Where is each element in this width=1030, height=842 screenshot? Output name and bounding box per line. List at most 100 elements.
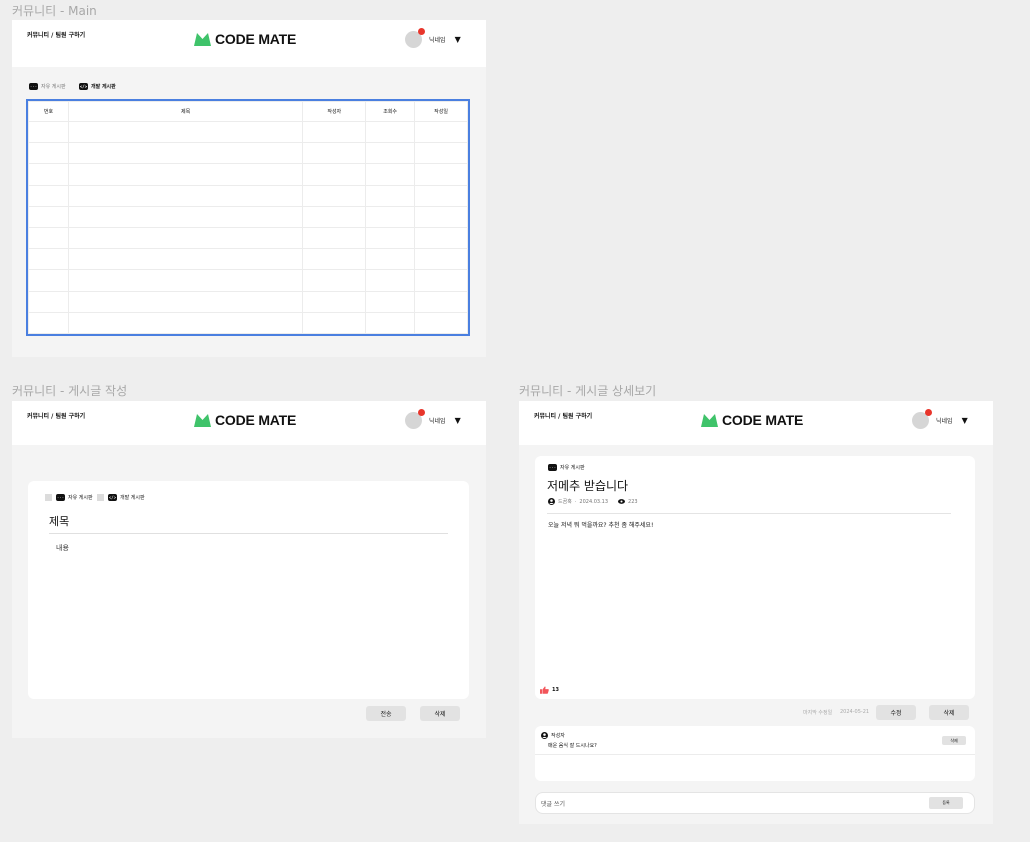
delete-button[interactable]: 삭제: [929, 705, 969, 720]
edit-button[interactable]: 수정: [876, 705, 916, 720]
table-row[interactable]: [28, 142, 468, 165]
post-body: 오늘 저녁 뭐 먹을까요? 추천 좀 해주세요!: [548, 522, 654, 529]
title-input[interactable]: 제목: [49, 513, 448, 534]
column-header-date: 작성일: [414, 101, 468, 122]
column-header-views: 조회수: [365, 101, 416, 122]
checkbox-free-board[interactable]: [45, 494, 52, 501]
checkbox-dev-board[interactable]: [97, 494, 104, 501]
table-row[interactable]: [28, 226, 468, 250]
post-card: ··· 자유 게시판 저메추 받습니다 드곰혹 · 2024.03.13 223…: [535, 456, 975, 699]
logo-mark-icon: [194, 32, 211, 46]
tab-free-board[interactable]: ··· 자유 게시판: [29, 83, 66, 90]
like-count: 13: [552, 687, 559, 693]
logo[interactable]: CODE MATE: [701, 412, 803, 428]
chat-bubble-icon: ···: [548, 464, 557, 471]
code-icon: </>: [108, 494, 117, 501]
logo-text: CODE MATE: [215, 412, 297, 428]
header: 커뮤니티 / 팀원 구하기 CODE MATE 닉네임 ▼: [12, 401, 486, 445]
table-row[interactable]: [28, 163, 468, 186]
last-edited-date: 2024-05-21: [840, 709, 870, 715]
column-header-author: 작성자: [302, 101, 367, 122]
table-row[interactable]: [28, 290, 468, 313]
post-board-tag: ··· 자유 게시판: [548, 464, 585, 471]
logo-text: CODE MATE: [215, 31, 297, 47]
chevron-down-icon[interactable]: ▼: [455, 416, 461, 425]
post-table: 번호 제목 작성자 조회수 작성일: [26, 99, 470, 336]
tab-label: 개발 게시판: [91, 84, 116, 90]
post-title: 저메추 받습니다: [547, 479, 629, 493]
tab-dev-board[interactable]: </> 개발 게시판: [108, 494, 145, 501]
comment-delete-button[interactable]: 삭제: [942, 736, 966, 745]
avatar[interactable]: [912, 409, 932, 429]
notification-dot-icon: [925, 409, 932, 416]
register-button[interactable]: 등록: [929, 797, 963, 809]
logo-text: CODE MATE: [722, 412, 804, 428]
logo[interactable]: CODE MATE: [194, 412, 296, 428]
comment-input[interactable]: 댓글 쓰기: [541, 799, 565, 808]
tab-label: 개발 게시판: [120, 495, 145, 501]
comment-card: 작성자 매운 음식 잘 드시나요? 삭제: [535, 726, 975, 781]
frame-write: 커뮤니티 / 팀원 구하기 CODE MATE 닉네임 ▼ ··· 자유 게시판…: [12, 401, 486, 738]
notification-dot-icon: [418, 28, 425, 35]
tab-label: 자유 게시판: [41, 84, 66, 90]
table-row[interactable]: [28, 120, 468, 144]
user-icon: [548, 498, 555, 505]
frame-label-detail: 커뮤니티 - 게시글 상세보기: [519, 384, 657, 398]
table-row[interactable]: [28, 248, 468, 271]
tab-dev-board[interactable]: </> 개발 게시판: [79, 83, 116, 90]
nickname: 닉네임: [936, 418, 953, 425]
notification-dot-icon: [418, 409, 425, 416]
table-row[interactable]: [28, 269, 468, 292]
avatar[interactable]: [405, 28, 425, 48]
comment-text: 매운 음식 잘 드시나요?: [548, 743, 597, 749]
frame-detail: 커뮤니티 / 팀원 구하기 CODE MATE 닉네임 ▼ ··· 자유 게시판…: [519, 401, 993, 824]
frame-label-write: 커뮤니티 - 게시글 작성: [12, 384, 128, 398]
eye-icon: [618, 499, 626, 504]
breadcrumb[interactable]: 커뮤니티 / 팀원 구하기: [27, 411, 85, 420]
post-meta: 드곰혹 · 2024.03.13 223: [548, 498, 638, 505]
divider: [535, 754, 975, 755]
thumbs-up-icon: [540, 686, 549, 694]
submit-button[interactable]: 전송: [366, 706, 406, 721]
column-header-number: 번호: [28, 101, 69, 122]
table-row[interactable]: [28, 205, 468, 228]
table-row[interactable]: [28, 311, 468, 335]
user-icon: [541, 732, 548, 739]
user-menu[interactable]: 닉네임 ▼: [912, 409, 968, 429]
avatar[interactable]: [405, 409, 425, 429]
breadcrumb[interactable]: 커뮤니티 / 팀원 구하기: [27, 30, 85, 39]
frame-main: 커뮤니티 / 팀원 구하기 CODE MATE 닉네임 ▼ ··· 자유 게시판…: [12, 20, 486, 357]
comment-author-row: 작성자: [541, 732, 565, 739]
user-menu[interactable]: 닉네임 ▼: [405, 28, 461, 48]
chat-bubble-icon: ···: [56, 494, 65, 501]
post-board-label: 자유 게시판: [560, 465, 585, 471]
header: 커뮤니티 / 팀원 구하기 CODE MATE 닉네임 ▼: [519, 401, 993, 445]
last-edited-label: 마지막 수정일: [803, 710, 833, 716]
delete-button[interactable]: 삭제: [420, 706, 460, 721]
code-icon: </>: [79, 83, 88, 90]
comment-author: 작성자: [551, 733, 565, 739]
like-button[interactable]: 13: [540, 686, 559, 694]
tab-free-board[interactable]: ··· 자유 게시판: [56, 494, 93, 501]
user-menu[interactable]: 닉네임 ▼: [405, 409, 461, 429]
logo[interactable]: CODE MATE: [194, 31, 296, 47]
tab-label: 자유 게시판: [68, 495, 93, 501]
header: 커뮤니티 / 팀원 구하기 CODE MATE 닉네임 ▼: [12, 20, 486, 67]
chevron-down-icon[interactable]: ▼: [962, 416, 968, 425]
post-date: 2024.03.13: [579, 498, 609, 505]
chat-bubble-icon: ···: [29, 83, 38, 90]
breadcrumb[interactable]: 커뮤니티 / 팀원 구하기: [534, 411, 592, 420]
nickname: 닉네임: [429, 37, 446, 44]
post-author: 드곰혹: [558, 499, 572, 505]
post-views: 223: [628, 498, 638, 505]
table-header-row: 번호 제목 작성자 조회수 작성일: [28, 101, 468, 122]
column-header-title: 제목: [67, 101, 304, 122]
divider: [547, 513, 951, 514]
content-input[interactable]: 내용: [56, 543, 69, 553]
nickname: 닉네임: [429, 418, 446, 425]
chevron-down-icon[interactable]: ▼: [455, 35, 461, 44]
comment-input-box: 댓글 쓰기 등록: [535, 792, 975, 814]
write-card: ··· 자유 게시판 </> 개발 게시판 제목 내용: [28, 481, 469, 699]
table-row[interactable]: [28, 184, 468, 207]
frame-label-main: 커뮤니티 - Main: [12, 4, 97, 18]
